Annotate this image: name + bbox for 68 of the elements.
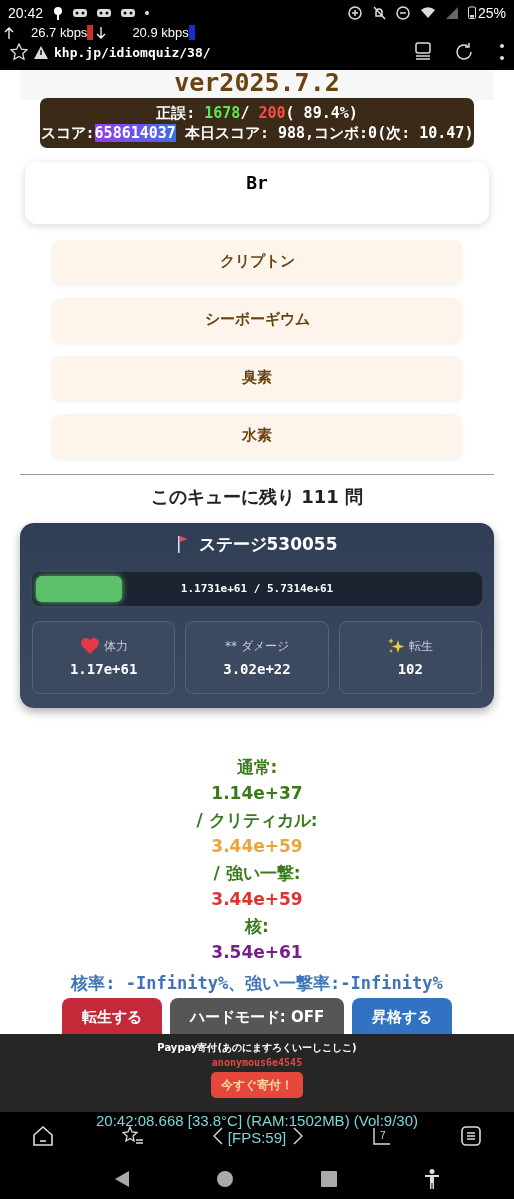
upload-speed: 26.7 kbps: [31, 25, 94, 40]
stat-value: 1.17e+61: [69, 661, 138, 678]
tabs-icon[interactable]: [414, 42, 432, 62]
battery-icon: [467, 6, 476, 19]
damage-text: 1.14e+37: [211, 782, 303, 806]
stat-label: 体力: [103, 638, 128, 656]
action-button[interactable]: 転生する: [61, 997, 162, 1035]
back-triangle-icon[interactable]: [113, 1170, 130, 1188]
more-menu-icon[interactable]: [500, 43, 504, 61]
daily-score-text: 本日スコア: 988,コンボ:0(次: 10.47): [183, 123, 474, 142]
stat-label: 転生: [409, 638, 434, 656]
tab-count: 7: [380, 1129, 386, 1141]
dot-icon: [145, 10, 150, 15]
download-arrow-icon: [96, 26, 107, 39]
answer-button[interactable]: シーボーギウム: [52, 297, 462, 342]
recents-square-icon[interactable]: [320, 1171, 337, 1187]
accuracy-rate: ( 89.4%): [285, 103, 358, 122]
stat-label: ** ダメージ: [225, 637, 289, 655]
download-speed: 20.9 kbps: [132, 25, 195, 40]
location-icon: [53, 5, 64, 20]
hp-text: 1.1731e+61 / 5.7314e+61: [180, 582, 334, 596]
action-button[interactable]: ハードモード: OFF: [169, 997, 345, 1035]
wrong-count: 200: [258, 103, 286, 122]
menu-icon[interactable]: [460, 1124, 482, 1147]
data-saver-icon: [347, 5, 362, 20]
answer-button[interactable]: クリプトン: [52, 239, 462, 284]
battery-level: 25%: [477, 4, 506, 21]
question-text: Br: [246, 171, 268, 193]
damage-text: 核:: [245, 914, 269, 938]
score-label: スコア:: [40, 123, 95, 142]
version-title: ver2025.7.2: [20, 69, 494, 100]
score-value: 658614037: [94, 123, 176, 142]
donor-name: anonymous6e4545: [211, 1057, 303, 1069]
stat-value: 3.02e+22: [223, 660, 291, 677]
fps-text: [FPS:59]: [227, 1129, 287, 1146]
url-text[interactable]: khp.jp/idiomquiz/38/: [54, 44, 211, 60]
remaining-text: このキューに残り 111 問: [149, 484, 365, 509]
upload-arrow-icon: [4, 26, 14, 39]
home-icon[interactable]: [32, 1124, 54, 1147]
wifi-icon: [419, 6, 436, 19]
answer-button[interactable]: 水素: [52, 413, 462, 458]
separator: /: [240, 103, 251, 122]
damage-text: 3.44e+59: [211, 835, 303, 859]
bookmark-star-icon[interactable]: [10, 43, 28, 61]
damage-text: 3.54e+61: [211, 941, 303, 965]
clock: 20:42: [8, 4, 44, 21]
stat-value: 102: [397, 661, 423, 678]
damage-text: / 強い一撃:: [213, 861, 301, 885]
stage-title: ステージ530055: [198, 532, 338, 556]
dnd-icon: [395, 5, 410, 20]
donation-title: Paypay寄付(あのにますろくいーしこしこ): [157, 1041, 357, 1056]
rate-text: 核率: -Infinity%、強い一撃率:-Infinity%: [69, 971, 444, 995]
warning-icon: [34, 45, 48, 59]
answer-button[interactable]: 臭素: [52, 355, 462, 400]
damage-text: / クリティカル:: [196, 808, 318, 832]
debug-overlay-text: 20:42:08.668 [33.8°C] (RAM:1502MB) (Vol:9/30): [95, 1112, 419, 1129]
heart-icon: [79, 637, 100, 656]
bookmarks-icon[interactable]: [122, 1125, 144, 1146]
home-circle-icon[interactable]: [217, 1171, 234, 1187]
action-button[interactable]: 昇格する: [352, 997, 453, 1035]
damage-text: 3.44e+59: [211, 888, 303, 912]
accessibility-icon[interactable]: [424, 1169, 441, 1189]
score-label: 正誤:: [156, 103, 197, 122]
correct-count: 1678: [204, 103, 241, 122]
flag-icon: [176, 535, 189, 554]
signal-icon: [445, 6, 458, 19]
reload-icon[interactable]: [454, 42, 474, 62]
damage-text: 通常:: [236, 755, 278, 779]
